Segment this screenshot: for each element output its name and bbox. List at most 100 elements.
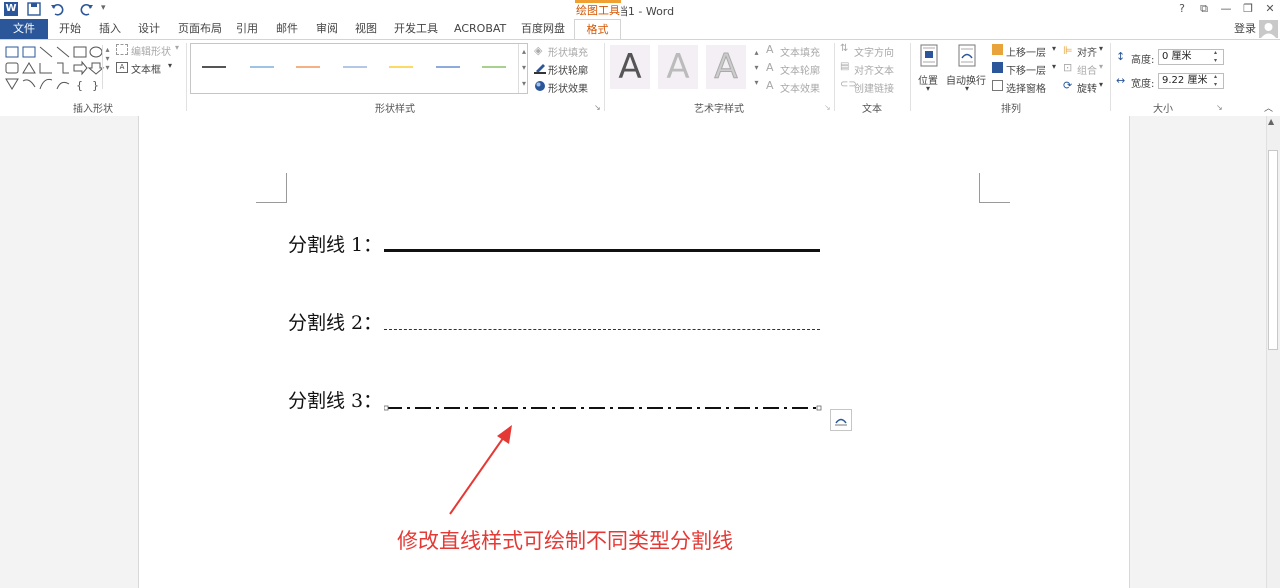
chevron-down-icon: ▾ [1099,44,1104,53]
tab-format[interactable]: 格式 [574,19,621,40]
window-title: 文档1 - Word [605,5,675,18]
wordart-style-2[interactable]: A [658,45,698,89]
crop-mark [256,173,287,203]
shape-styles-gallery[interactable] [190,43,528,94]
shapes-gallery[interactable]: {} [4,44,110,94]
divider-line-solid[interactable] [384,249,820,252]
close-button[interactable]: ✕ [1261,2,1279,16]
style-swatch[interactable] [296,66,320,68]
style-swatch[interactable] [389,66,413,68]
context-tab-drawing-tools: 绘图工具 [575,0,621,19]
tab-file[interactable]: 文件 [0,19,48,39]
tab-mailings[interactable]: 邮件 [276,19,298,39]
text-box-button[interactable]: 文本框 [131,61,161,76]
group-divider [186,43,187,111]
tab-design[interactable]: 设计 [138,19,160,39]
width-spinner[interactable]: ▴ ▾ [1214,73,1217,89]
shapes-gallery-scroll[interactable]: ▴ ▾ ▾ [102,45,112,89]
style-swatch[interactable] [436,66,460,68]
text-effects-button[interactable]: 文本效果 [780,80,820,95]
style-swatch[interactable] [202,66,226,68]
group-label-wordart-styles: 艺术字样式 [694,104,744,115]
style-swatch[interactable] [250,66,274,68]
rotate-button[interactable]: 旋转 [1077,80,1097,95]
edit-shape-button[interactable]: 编辑形状 [131,43,171,58]
scroll-up-icon[interactable]: ▲ [1268,117,1274,126]
tab-references[interactable]: 引用 [236,19,258,39]
text-fill-button[interactable]: 文本填充 [780,44,820,59]
tab-baidu-netdisk[interactable]: 百度网盘 [521,19,565,39]
text-effects-icon: A [766,79,774,92]
chevron-down-icon: ▾ [168,61,173,70]
tab-home[interactable]: 开始 [59,19,81,39]
login-link[interactable]: 登录 [1234,19,1256,39]
group-divider [910,43,911,111]
wrap-text-icon [956,44,978,68]
layout-options-button[interactable] [830,409,852,431]
restore-button[interactable]: ❐ [1239,2,1257,16]
shape-effects-button[interactable]: 形状效果 [548,80,588,95]
height-spinner[interactable]: ▴ ▾ [1214,49,1217,65]
help-button[interactable]: ? [1173,2,1191,16]
divider-label-2: 分割线 2： [288,312,383,334]
text-outline-button[interactable]: 文本轮廓 [780,62,820,77]
create-link-button[interactable]: 创建链接 [854,80,894,95]
divider-label-3: 分割线 3： [288,390,383,412]
tab-page-layout[interactable]: 页面布局 [178,19,222,39]
group-button[interactable]: 组合 [1077,62,1097,77]
style-swatch[interactable] [343,66,367,68]
chevron-down-icon: ▾ [1099,62,1104,71]
chevron-down-icon: ▾ [926,84,931,93]
svg-text:{: { [76,79,83,92]
ribbon-display-options-button[interactable]: ⧉ [1195,2,1213,16]
selection-pane-button[interactable]: 选择窗格 [1006,80,1046,95]
group-icon: ⊡ [1063,61,1073,74]
align-text-icon: ▤ [840,61,850,72]
position-icon [918,44,940,68]
shape-fill-button[interactable]: 形状填充 [548,44,588,59]
height-label: 高度: [1131,55,1155,66]
wordart-gallery-scroll[interactable]: ▴ ▾ ▾ [752,45,761,89]
selection-pane-icon [992,80,1003,91]
align-button[interactable]: 对齐 [1077,44,1097,59]
text-outline-icon: A [766,61,774,74]
wordart-style-3[interactable]: A [706,45,746,89]
bring-forward-button[interactable]: 上移一层 [1006,44,1046,59]
width-label: 宽度: [1131,79,1155,90]
style-swatch[interactable] [482,66,506,68]
wordart-style-1[interactable]: A [610,45,650,89]
effects-icon [534,80,546,92]
chevron-down-icon: ▾ [1052,62,1057,71]
divider-line-dash-dot[interactable] [383,402,822,414]
dialog-launcher-icon[interactable]: ↘ [824,103,831,112]
edit-shape-icon [116,44,128,55]
tab-view[interactable]: 视图 [355,19,377,39]
send-backward-button[interactable]: 下移一层 [1006,62,1046,77]
scrollbar-thumb[interactable] [1268,150,1278,350]
shape-outline-button[interactable]: 形状轮廓 [548,62,588,77]
dialog-launcher-icon[interactable]: ↘ [1216,103,1223,112]
tab-developer[interactable]: 开发工具 [394,19,438,39]
annotation-arrow [445,420,520,518]
align-text-button[interactable]: 对齐文本 [854,62,894,77]
minimize-button[interactable]: — [1217,2,1235,16]
tab-review[interactable]: 审阅 [316,19,338,39]
group-divider [604,43,605,111]
divider-line-dashed[interactable] [384,329,820,330]
pen-icon [534,62,546,74]
group-label-size: 大小 [1153,104,1173,115]
text-box-icon: A [116,62,128,73]
width-icon: ↔ [1116,74,1126,87]
group-divider [1110,43,1111,111]
chevron-down-icon: ▾ [1052,44,1057,53]
tab-insert[interactable]: 插入 [99,19,121,39]
tab-acrobat[interactable]: ACROBAT [454,19,506,39]
collapse-ribbon-icon[interactable]: ︿ [1264,101,1273,114]
shape-styles-scroll[interactable]: ▴ ▾ ▾ [518,44,529,93]
avatar[interactable] [1259,20,1278,38]
paint-bucket-icon: ◈ [534,44,543,57]
text-fill-icon: A [766,43,774,56]
text-direction-button[interactable]: 文字方向 [854,44,894,59]
divider-label-1: 分割线 1： [288,234,383,256]
dialog-launcher-icon[interactable]: ↘ [594,103,601,112]
